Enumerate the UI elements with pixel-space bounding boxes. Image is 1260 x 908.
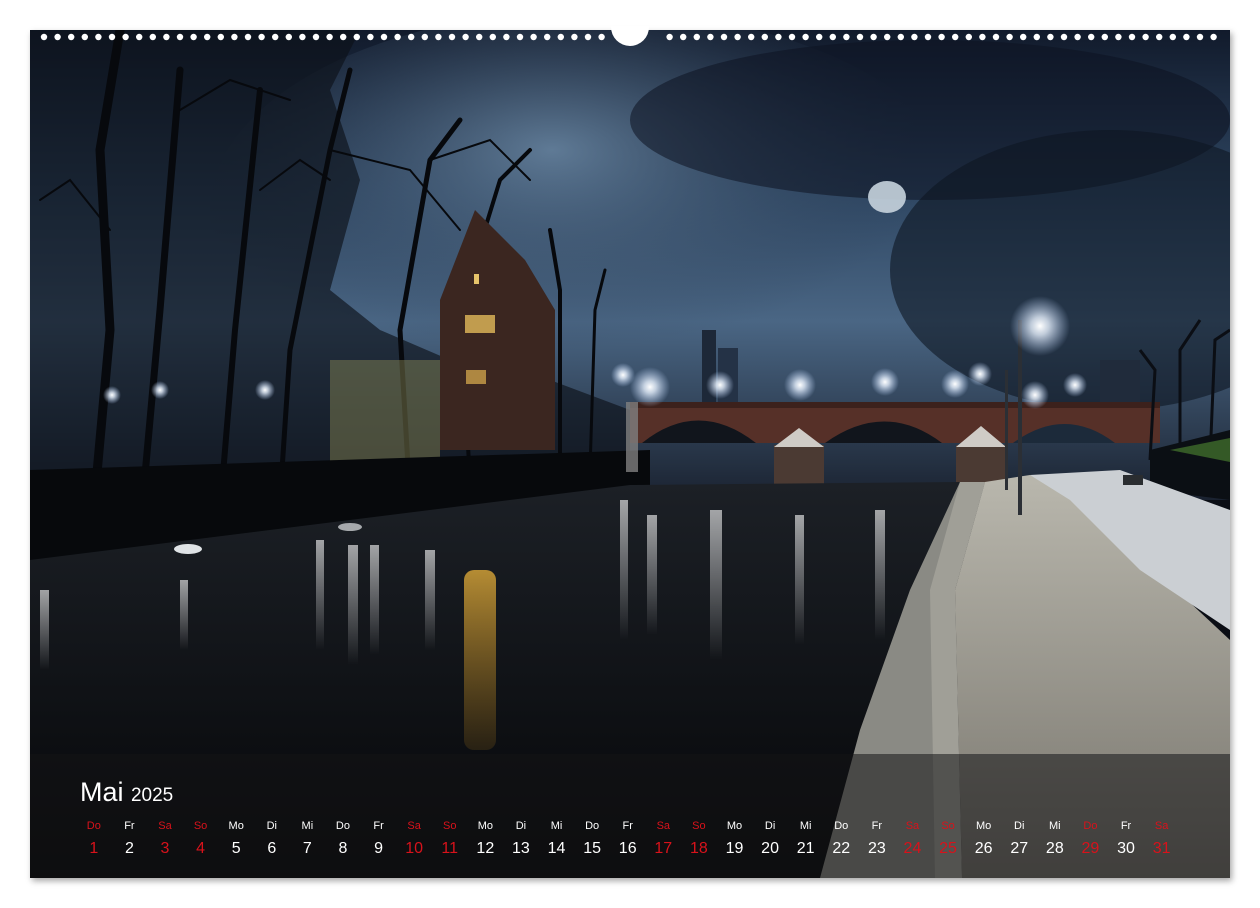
day-cell: Di 20 (752, 818, 788, 860)
day-number: 27 (1010, 840, 1029, 857)
day-number: 7 (302, 840, 312, 857)
day-cell: Fr 23 (859, 818, 895, 860)
weekday-label: Fr (124, 820, 135, 832)
weekday-label: Di (515, 820, 527, 832)
day-number: 20 (761, 840, 779, 857)
weekday-label: Mo (228, 820, 244, 832)
day-number: 6 (267, 840, 277, 857)
weekday-label: Mi (301, 820, 314, 832)
day-cell: Sa 31 (1144, 818, 1180, 860)
year-label: 2025 (130, 785, 174, 806)
day-cell: Fr 9 (361, 818, 397, 860)
day-cell: Sa 3 (147, 818, 183, 860)
weekday-label: Di (266, 820, 277, 832)
day-number: 26 (974, 840, 993, 857)
day-number: 9 (374, 840, 383, 857)
day-number: 23 (867, 840, 886, 857)
weekday-label: Sa (905, 820, 920, 832)
weekday-label: Mo (976, 820, 992, 832)
weekday-label: Mo (726, 820, 743, 832)
weekday-label: So (193, 820, 208, 832)
day-strip: Do 1 Fr 2 Sa 3 So 4 Mo 5 Di 6 Mi 7 Do 8 Fr 9 Sa 10 So 11 Mo 12 D… (76, 818, 1186, 860)
day-number: 4 (196, 840, 206, 857)
day-number: 22 (832, 840, 851, 857)
day-cell: Di 27 (1001, 818, 1037, 860)
day-number: 24 (903, 840, 922, 857)
day-number: 3 (160, 840, 170, 857)
day-cell: Do 22 (823, 818, 859, 860)
weekday-label: Mi (550, 820, 563, 832)
day-number: 14 (547, 840, 566, 857)
day-number: 10 (405, 840, 424, 857)
weekday-label: Do (86, 820, 101, 832)
month-name: Mai (80, 777, 124, 807)
day-cell: Sa 24 (895, 818, 931, 860)
weekday-label: Sa (407, 820, 421, 832)
day-cell: Mi 21 (788, 818, 824, 860)
weekday-label: Do (585, 820, 600, 832)
day-cell: Mo 5 (218, 818, 254, 860)
day-number: 13 (512, 840, 530, 857)
weekday-label: Do (1083, 820, 1098, 832)
day-cell: Mi 28 (1037, 818, 1073, 860)
day-cell: Sa 10 (396, 818, 432, 860)
day-number: 15 (583, 840, 601, 857)
day-cell: So 11 (432, 818, 468, 860)
weekday-label: Mi (799, 820, 812, 832)
day-number: 31 (1152, 840, 1171, 857)
weekday-label: Do (335, 820, 350, 832)
day-number: 16 (618, 840, 637, 857)
weekday-label: Di (764, 820, 776, 832)
weekday-label: Mo (477, 820, 493, 832)
weekday-label: So (692, 820, 706, 832)
day-cell: Mo 12 (468, 818, 504, 860)
weekday-label: Do (834, 820, 849, 832)
day-cell: Mo 26 (966, 818, 1002, 860)
day-number: 1 (89, 840, 99, 857)
day-number: 5 (231, 840, 241, 857)
day-cell: Mo 19 (717, 818, 753, 860)
day-number: 19 (725, 840, 744, 857)
night-river-photo (30, 30, 1230, 878)
day-cell: Do 15 (574, 818, 610, 860)
day-cell: Di 13 (503, 818, 539, 860)
weekday-label: Fr (1120, 820, 1132, 832)
day-cell: Mi 7 (290, 818, 326, 860)
day-number: 30 (1117, 840, 1135, 857)
day-cell: Do 29 (1073, 818, 1109, 860)
day-number: 12 (476, 840, 495, 857)
day-number: 11 (441, 840, 459, 857)
day-cell: Mi 14 (539, 818, 575, 860)
day-number: 2 (124, 840, 134, 857)
weekday-label: Sa (1154, 820, 1169, 832)
day-cell: Do 1 (76, 818, 112, 860)
weekday-label: Sa (656, 820, 671, 832)
day-number: 29 (1081, 840, 1100, 857)
day-number: 8 (338, 840, 348, 857)
weekday-label: Di (1014, 820, 1025, 832)
weekday-label: Mi (1049, 820, 1061, 832)
weekday-label: Fr (871, 820, 883, 832)
day-cell: Fr 30 (1108, 818, 1144, 860)
month-title: Mai 2025 (80, 777, 173, 808)
day-cell: So 4 (183, 818, 219, 860)
day-cell: Fr 2 (112, 818, 148, 860)
day-number: 17 (654, 840, 673, 857)
weekday-label: Fr (622, 820, 633, 832)
day-cell: Sa 17 (646, 818, 682, 860)
day-cell: So 25 (930, 818, 966, 860)
day-number: 25 (939, 840, 957, 857)
day-cell: So 18 (681, 818, 717, 860)
day-number: 28 (1045, 840, 1064, 857)
day-cell: Di 6 (254, 818, 290, 860)
weekday-label: Fr (373, 820, 384, 832)
day-number: 21 (796, 840, 815, 857)
day-number: 18 (689, 840, 708, 857)
weekday-label: So (443, 820, 457, 832)
weekday-label: Sa (158, 820, 172, 832)
day-cell: Fr 16 (610, 818, 646, 860)
day-cell: Do 8 (325, 818, 361, 860)
weekday-label: So (941, 820, 955, 832)
